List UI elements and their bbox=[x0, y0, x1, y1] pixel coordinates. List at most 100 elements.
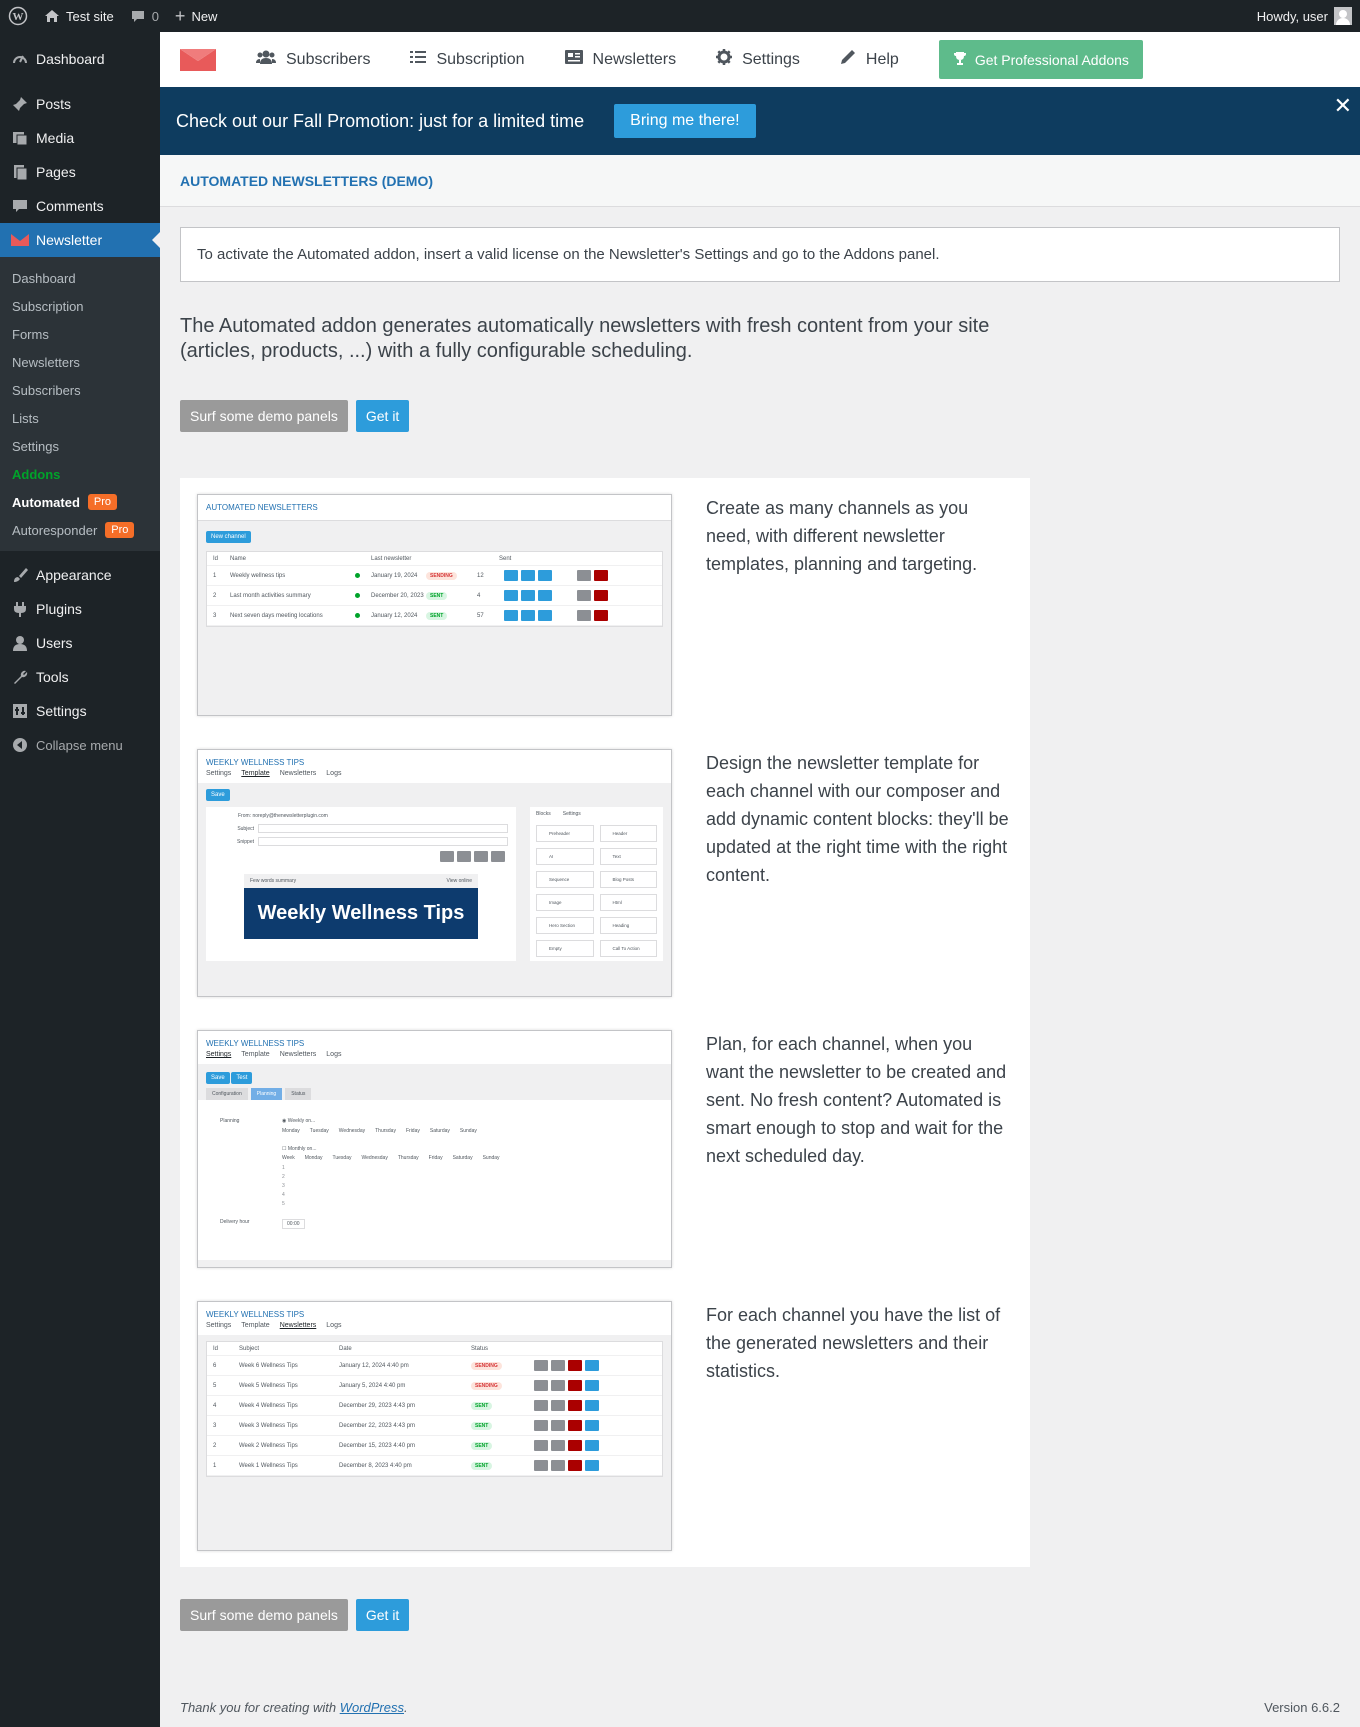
collapse-menu-button[interactable]: Collapse menu bbox=[0, 728, 160, 762]
get-it-button[interactable]: Get it bbox=[355, 400, 410, 432]
sidebar-item-label: Appearance bbox=[36, 567, 112, 583]
admin-bar: W Test site 0 + New Howdy, user bbox=[0, 0, 1360, 32]
promo-button[interactable]: Bring me there! bbox=[614, 104, 756, 138]
action-buttons-bottom: Surf some demo panels Get it bbox=[180, 1599, 1340, 1631]
new-content-link[interactable]: + New bbox=[167, 0, 226, 32]
status-badge: SENDING bbox=[471, 1361, 502, 1370]
submenu-lists[interactable]: Lists bbox=[0, 404, 160, 432]
nav-label: Settings bbox=[742, 50, 800, 68]
hero-block: Weekly Wellness Tips bbox=[244, 888, 478, 939]
composer-area: From: noreply@thenewsletterplugin.com Su… bbox=[206, 807, 516, 961]
sidebar-item-appearance[interactable]: Appearance bbox=[0, 558, 160, 592]
sidebar-item-pages[interactable]: Pages bbox=[0, 155, 160, 189]
submenu-dashboard[interactable]: Dashboard bbox=[0, 264, 160, 292]
trophy-icon bbox=[953, 51, 967, 68]
status-badge: SENT bbox=[426, 611, 448, 620]
surf-demo-button[interactable]: Surf some demo panels bbox=[180, 1599, 348, 1631]
sidebar-item-comments[interactable]: Comments bbox=[0, 189, 160, 223]
nav-subscription[interactable]: Subscription bbox=[410, 50, 525, 69]
col-header: Subject bbox=[239, 1345, 260, 1352]
sidebar-item-tools[interactable]: Tools bbox=[0, 660, 160, 694]
cell: December 29, 2023 4:43 pm bbox=[339, 1402, 416, 1409]
table-row: 2 Last month activities summary December… bbox=[207, 586, 662, 606]
submenu-autoresponder[interactable]: Autoresponder Pro bbox=[0, 516, 160, 544]
nav-settings[interactable]: Settings bbox=[716, 49, 800, 70]
monthly-label: Monthly on... bbox=[287, 1146, 317, 1152]
day-label: Friday bbox=[405, 1128, 420, 1134]
cell: 3 bbox=[213, 612, 217, 619]
sidebar-item-plugins[interactable]: Plugins bbox=[0, 592, 160, 626]
day-label: Tuesday bbox=[332, 1155, 352, 1161]
table-header: Id Name Last newsletter Sent bbox=[207, 552, 662, 566]
comment-icon bbox=[10, 196, 30, 216]
cell: January 12, 2024 4:40 pm bbox=[339, 1362, 409, 1369]
sidebar-item-dashboard[interactable]: Dashboard bbox=[0, 42, 160, 76]
cell: December 8, 2023 4:40 pm bbox=[339, 1462, 412, 1469]
feature-text: Design the newsletter template for each … bbox=[706, 753, 1009, 885]
cell: Week 2 Wellness Tips bbox=[239, 1442, 298, 1449]
promo-text: Check out our Fall Promotion: just for a… bbox=[176, 110, 585, 131]
submenu-newsletters[interactable]: Newsletters bbox=[0, 348, 160, 376]
status-dot bbox=[355, 593, 360, 598]
site-name-link[interactable]: Test site bbox=[36, 0, 122, 32]
sidebar-item-posts[interactable]: Posts bbox=[0, 87, 160, 121]
block-item: Hero Section bbox=[536, 917, 594, 934]
cell: 57 bbox=[477, 612, 484, 619]
day-label: Wednesday bbox=[361, 1155, 388, 1161]
submenu-subscription[interactable]: Subscription bbox=[0, 292, 160, 320]
status-badge: SENT bbox=[471, 1421, 493, 1430]
get-professional-addons-button[interactable]: Get Professional Addons bbox=[938, 40, 1143, 79]
cell: 2 bbox=[213, 1442, 217, 1449]
period: . bbox=[404, 1700, 408, 1715]
sidebar-item-newsletter[interactable]: Newsletter bbox=[0, 223, 160, 257]
howdy-text: Howdy, user bbox=[1256, 8, 1328, 24]
comments-link[interactable]: 0 bbox=[122, 0, 167, 32]
nav-label: Help bbox=[865, 50, 899, 68]
newsletter-logo-icon[interactable] bbox=[180, 48, 216, 71]
day-label: Saturday bbox=[452, 1155, 473, 1161]
action-icon bbox=[538, 610, 552, 621]
subtab: Planning bbox=[250, 1088, 283, 1100]
wordpress-link[interactable]: WordPress bbox=[340, 1700, 404, 1715]
subtab: Configuration bbox=[206, 1088, 248, 1100]
shot-title: AUTOMATED NEWSLETTERS bbox=[198, 495, 671, 521]
sidebar-item-users[interactable]: Users bbox=[0, 626, 160, 660]
wordpress-logo-icon[interactable]: W bbox=[0, 0, 36, 32]
nav-subscribers[interactable]: Subscribers bbox=[256, 49, 370, 70]
action-icon bbox=[577, 610, 591, 621]
status-badge: SENDING bbox=[426, 571, 457, 580]
cell: January 12, 2024 bbox=[371, 612, 418, 619]
action-icon bbox=[538, 570, 552, 581]
plug-icon bbox=[10, 599, 30, 619]
channels-table: Id Name Last newsletter Sent 1 Weekly we… bbox=[206, 551, 663, 627]
col-header: Id bbox=[213, 1345, 219, 1352]
nav-newsletters[interactable]: Newsletters bbox=[564, 50, 676, 69]
status-dot bbox=[355, 613, 360, 618]
users-icon bbox=[256, 49, 276, 70]
sidebar-item-label: Media bbox=[36, 130, 75, 146]
block-item: Text bbox=[599, 848, 657, 865]
user-icon bbox=[10, 633, 30, 653]
submenu-automated[interactable]: Automated Pro bbox=[0, 488, 160, 516]
get-it-button[interactable]: Get it bbox=[355, 1599, 410, 1631]
action-buttons-top: Surf some demo panels Get it bbox=[180, 400, 1340, 432]
block-item: Header bbox=[599, 825, 657, 842]
sidebar-item-media[interactable]: Media bbox=[0, 121, 160, 155]
submenu-settings[interactable]: Settings bbox=[0, 432, 160, 460]
submenu-subscribers[interactable]: Subscribers bbox=[0, 376, 160, 404]
media-icon bbox=[10, 128, 30, 148]
my-account[interactable]: Howdy, user bbox=[1249, 0, 1360, 32]
action-icon bbox=[577, 570, 591, 581]
submenu-addons[interactable]: Addons bbox=[0, 460, 160, 488]
cell: Weekly wellness tips bbox=[230, 572, 286, 579]
collapse-icon bbox=[10, 735, 30, 755]
action-icon bbox=[577, 590, 591, 601]
cell: Week 5 Wellness Tips bbox=[239, 1382, 298, 1389]
sidebar-item-settings[interactable]: Settings bbox=[0, 694, 160, 728]
submenu-forms[interactable]: Forms bbox=[0, 320, 160, 348]
nav-help[interactable]: Help bbox=[840, 49, 899, 70]
close-icon[interactable]: ✕ bbox=[1334, 93, 1352, 119]
pro-badge: Pro bbox=[105, 522, 135, 538]
block-item: Sequence bbox=[536, 871, 594, 888]
surf-demo-button[interactable]: Surf some demo panels bbox=[180, 400, 348, 432]
